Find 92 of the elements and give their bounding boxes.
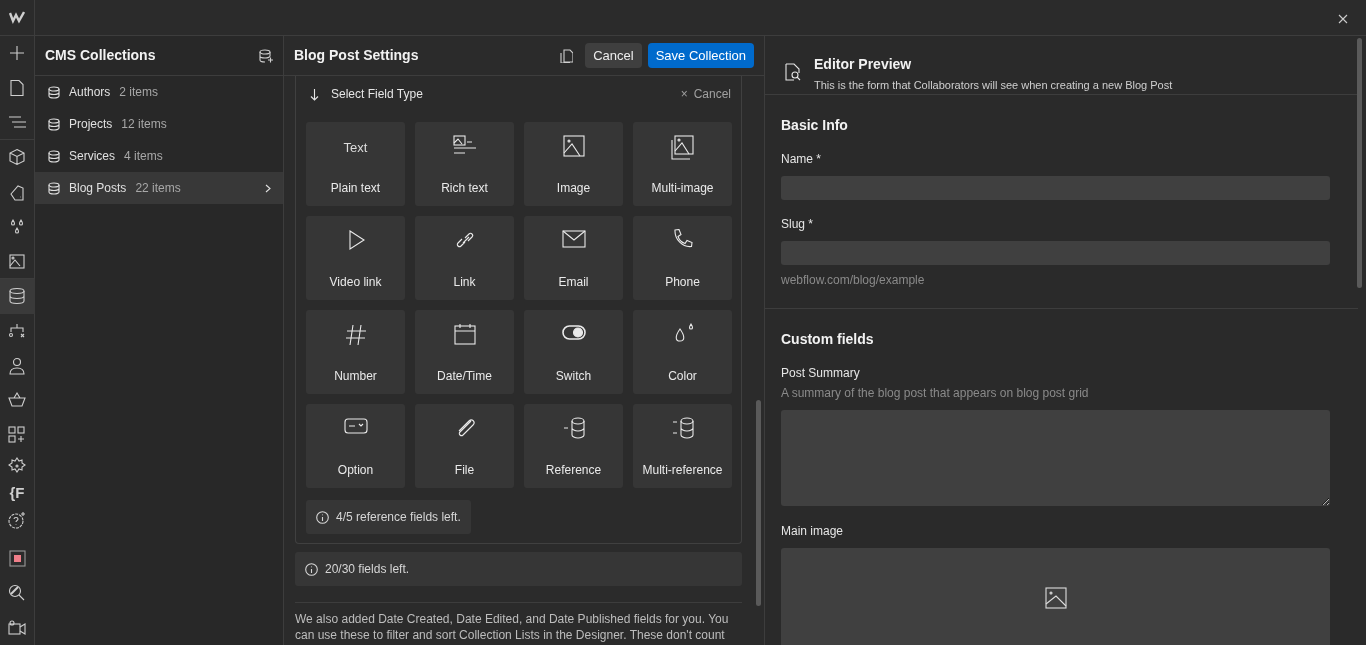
- database-icon: [48, 117, 60, 131]
- scrollbar-thumb[interactable]: [1357, 38, 1362, 288]
- item-count: 12 items: [121, 116, 167, 133]
- image-icon: [562, 135, 585, 157]
- help-icon: [8, 510, 26, 529]
- calendar-icon: [453, 323, 476, 345]
- document-search-icon: [785, 63, 801, 81]
- apps-icon: [8, 426, 26, 445]
- collection-name: Projects: [69, 116, 113, 133]
- chevron-right-icon: [265, 183, 271, 193]
- item-count: 2 items: [119, 84, 159, 101]
- field-type-tile[interactable]: Phone: [633, 216, 732, 300]
- item-count: 22 items: [135, 180, 181, 197]
- field-type-tile[interactable]: Email: [524, 216, 623, 300]
- image-icon: [1044, 586, 1067, 609]
- flow-icon: [8, 322, 26, 339]
- info-note: 20/30 fields left.: [295, 552, 742, 586]
- logo-icon: [9, 10, 25, 25]
- section-title: Basic Info: [781, 115, 849, 135]
- field-label: Name *: [781, 150, 822, 168]
- field-type-tile[interactable]: Switch: [524, 310, 623, 394]
- collection-name: Services: [69, 148, 115, 165]
- field-type-tile[interactable]: Image: [524, 122, 623, 206]
- collection-name: Blog Posts: [69, 180, 127, 197]
- item-count: 4 items: [124, 148, 163, 165]
- multi-reference-icon: [671, 417, 694, 439]
- video-camera-icon: [8, 618, 26, 637]
- field-type-tile[interactable]: Rich text: [415, 122, 514, 206]
- cancel-link[interactable]: × Cancel: [680, 85, 731, 103]
- info-note: 4/5 reference fields left.: [306, 500, 471, 534]
- envelope-icon: [561, 229, 586, 249]
- collection-item[interactable]: Authors 2 items: [35, 76, 283, 108]
- collection-item[interactable]: Blog Posts 22 items: [35, 172, 283, 204]
- copy-icon: [560, 48, 574, 63]
- field-type-tile[interactable]: Date/Time: [415, 310, 514, 394]
- preview-title: Editor Preview: [814, 55, 913, 74]
- image-icon: [8, 252, 26, 270]
- field-label: Main image: [781, 522, 845, 540]
- field-type-tile[interactable]: Option: [306, 404, 405, 488]
- info-icon: [316, 510, 329, 524]
- database-icon: [8, 287, 26, 306]
- arrow-down-icon: [310, 87, 319, 101]
- copy-button[interactable]: [560, 48, 574, 63]
- reference-icon: [562, 417, 585, 439]
- drops-icon: [8, 217, 26, 236]
- search-icon: [8, 583, 26, 602]
- image-upload-field[interactable]: [781, 547, 1330, 645]
- hash-icon: [344, 323, 367, 347]
- database-icon: [48, 149, 60, 163]
- gear-icon: [8, 456, 26, 475]
- field-type-tile[interactable]: Multi-image: [633, 122, 732, 206]
- picker-title: Select Field Type: [331, 86, 423, 103]
- field-hint: A summary of the blog post that appears on blog post grid: [781, 384, 1090, 402]
- field-type-tile[interactable]: Color: [633, 310, 732, 394]
- page-icon: [8, 78, 26, 97]
- database-icon: [48, 85, 60, 99]
- scrollbar-thumb[interactable]: [756, 400, 761, 606]
- collection-item[interactable]: Projects 12 items: [35, 108, 283, 140]
- footnote: We also added Date Created, Date Edited, and Date Published fields for you. You can use these to filter and sort Collection Lists in the Designer. These don't count: [295, 602, 742, 643]
- close-icon: [1338, 13, 1348, 24]
- field-type-tile[interactable]: Multi-reference: [633, 404, 732, 488]
- database-plus-icon: [259, 48, 273, 63]
- basket-icon: [8, 391, 26, 410]
- toggle-icon: [561, 323, 586, 342]
- record-icon: [8, 549, 26, 567]
- user-icon: [8, 356, 26, 375]
- section-title: Custom fields: [781, 329, 875, 349]
- field-type-tile[interactable]: Link: [415, 216, 514, 300]
- info-icon: [305, 562, 318, 576]
- plus-icon: [8, 44, 26, 63]
- panel-title: CMS Collections: [45, 46, 156, 65]
- field-label: Post Summary: [781, 364, 861, 382]
- collection-item[interactable]: Services 4 items: [35, 140, 283, 172]
- cube-icon: [8, 148, 26, 167]
- field-label: Slug *: [781, 215, 815, 233]
- panel-title: Blog Post Settings: [294, 46, 419, 65]
- collection-name: Authors: [69, 84, 111, 101]
- field-type-tile[interactable]: Number: [306, 310, 405, 394]
- cancel-button[interactable]: Cancel: [585, 42, 642, 69]
- add-collection-button[interactable]: [259, 48, 273, 63]
- field-type-tile[interactable]: Text Plain text: [306, 122, 405, 206]
- field-type-tile[interactable]: Video link: [306, 216, 405, 300]
- multi-image-icon: [670, 135, 695, 160]
- play-icon: [346, 229, 365, 251]
- field-type-tile[interactable]: Reference: [524, 404, 623, 488]
- preview-subtitle: This is the form that Collaborators will see when creating a new Blog Post: [814, 78, 1173, 93]
- rich-text-icon: [452, 135, 477, 155]
- save-button[interactable]: Save Collection: [647, 42, 754, 69]
- dropdown-icon: [343, 417, 368, 435]
- database-icon: [48, 181, 60, 195]
- field-type-tile[interactable]: File: [415, 404, 514, 488]
- field-help: webflow.com/blog/example: [781, 271, 926, 289]
